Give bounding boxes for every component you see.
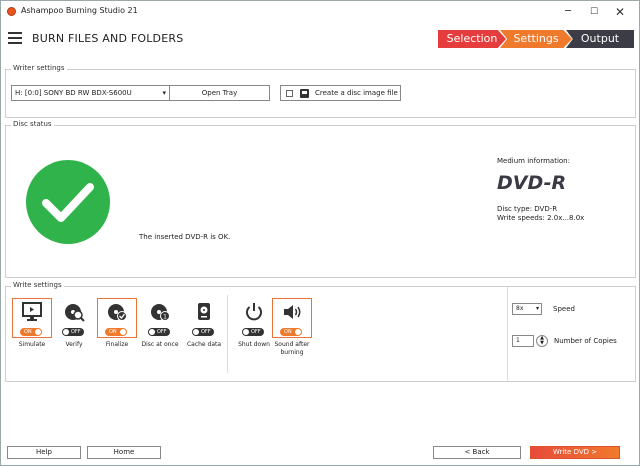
page-title: BURN FILES AND FOLDERS	[32, 32, 184, 45]
disc-at-once-toggle[interactable]: OFF	[148, 328, 170, 336]
group-label: Writer settings	[11, 64, 67, 72]
disc-one-icon: 1	[151, 304, 170, 321]
drive-select[interactable]: H: [0:0] SONY BD RW BDX-S600U ▾	[11, 85, 170, 101]
disc-search-icon	[65, 304, 85, 322]
option-disc-at-once[interactable]: 1 OFF Disc at once	[140, 298, 180, 361]
step-output: Output	[566, 30, 634, 48]
title-bar: Ashampoo Burning Studio 21 ─ ☐ ✕	[1, 1, 639, 23]
drive-select-value: H: [0:0] SONY BD RW BDX-S600U	[15, 89, 132, 97]
disc-type-text: Disc type: DVD-R	[497, 205, 558, 213]
copies-input[interactable]: 1	[512, 335, 534, 347]
write-speeds-text: Write speeds: 2.0x...8.0x	[497, 214, 585, 222]
group-label: Disc status	[11, 120, 54, 128]
maximize-button[interactable]: ☐	[583, 4, 605, 20]
disc-check-icon	[108, 304, 127, 321]
back-button[interactable]: < Back	[433, 446, 521, 459]
option-label: Sound after burning	[274, 341, 310, 356]
sound-toggle[interactable]: ON	[280, 328, 302, 336]
disc-status-group: Disc status The inserted DVD-R is OK. Me…	[5, 120, 636, 278]
write-settings-group: Write settings ON Simulate OFF Verify ON…	[5, 281, 636, 382]
simulate-toggle[interactable]: ON	[20, 328, 42, 336]
power-icon	[246, 303, 262, 321]
menu-icon[interactable]	[8, 32, 22, 44]
chevron-down-icon: ▾	[535, 305, 539, 312]
help-button[interactable]: Help	[7, 446, 81, 459]
verify-toggle[interactable]: OFF	[62, 328, 84, 336]
divider	[227, 295, 228, 373]
step-selection: Selection	[438, 30, 506, 48]
option-finalize[interactable]: ON Finalize	[97, 298, 137, 361]
cache-data-toggle[interactable]: OFF	[192, 328, 214, 336]
group-label: Write settings	[11, 281, 64, 289]
copies-label: Number of Copies	[554, 337, 617, 345]
write-dvd-button[interactable]: Write DVD >	[530, 446, 620, 459]
divider	[507, 287, 508, 381]
create-image-option[interactable]: Create a disc image file	[280, 85, 401, 101]
option-simulate[interactable]: ON Simulate	[12, 298, 52, 361]
option-cache-data[interactable]: OFF Cache data	[184, 298, 224, 361]
chevron-down-icon: ▾	[162, 89, 166, 97]
create-image-label: Create a disc image file	[315, 89, 398, 97]
window-title: Ashampoo Burning Studio 21	[21, 6, 138, 15]
step-settings: Settings	[500, 30, 572, 48]
finalize-toggle[interactable]: ON	[105, 328, 127, 336]
checkmark-icon	[26, 160, 110, 244]
close-button[interactable]: ✕	[609, 4, 631, 20]
app-window: Ashampoo Burning Studio 21 ─ ☐ ✕ BURN FI…	[0, 0, 640, 466]
option-label: Cache data	[186, 341, 222, 348]
speed-value: 8x	[516, 305, 524, 312]
shut-down-toggle[interactable]: OFF	[242, 328, 264, 336]
create-image-checkbox[interactable]	[286, 90, 293, 97]
monitor-icon	[22, 302, 42, 321]
svg-text:1: 1	[163, 314, 167, 321]
writer-settings-group: Writer settings H: [0:0] SONY BD RW BDX-…	[5, 64, 636, 118]
speaker-icon	[284, 305, 301, 319]
minimize-button[interactable]: ─	[557, 4, 579, 20]
speed-select[interactable]: 8x ▾	[512, 303, 542, 315]
hard-drive-icon	[198, 303, 210, 320]
wizard-steps: Selection Settings Output	[438, 30, 634, 48]
app-logo-icon	[7, 7, 16, 16]
medium-info-heading: Medium information:	[497, 157, 570, 165]
speed-label: Speed	[553, 305, 575, 313]
medium-type: DVD-R	[497, 172, 567, 194]
option-sound-after-burning[interactable]: ON Sound after burning	[272, 298, 312, 361]
option-verify[interactable]: OFF Verify	[54, 298, 94, 361]
disc-status-message: The inserted DVD-R is OK.	[139, 233, 231, 241]
open-tray-button[interactable]: Open Tray	[169, 85, 270, 101]
copies-stepper[interactable]: ▲ ▼	[536, 335, 548, 347]
floppy-disk-icon	[300, 89, 309, 98]
home-button[interactable]: Home	[87, 446, 161, 459]
